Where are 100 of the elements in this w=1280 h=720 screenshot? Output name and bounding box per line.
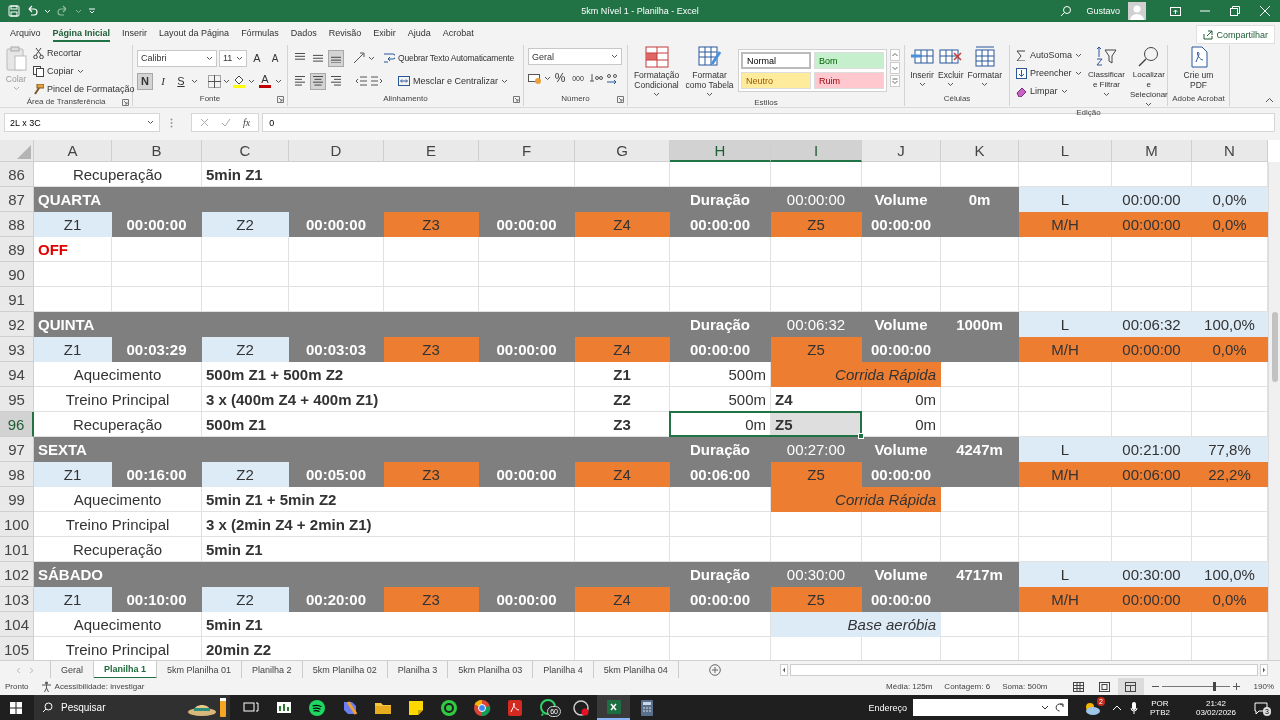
taskbar-app[interactable] — [597, 695, 630, 720]
row-header[interactable]: 95 — [0, 387, 34, 412]
chevron-up-icon[interactable] — [1111, 704, 1122, 711]
column-header[interactable]: A — [34, 140, 112, 162]
menu-tab[interactable]: Exibir — [367, 22, 402, 44]
menu-tab[interactable]: Acrobat — [436, 22, 480, 44]
view-button[interactable] — [1117, 678, 1144, 695]
conditional-formatting-button[interactable]: Formatação Condicional — [632, 45, 682, 98]
zoom-slider-thumb[interactable] — [1212, 682, 1216, 691]
dialog-launcher-icon[interactable] — [122, 99, 129, 106]
cell-style-option[interactable]: Normal — [741, 52, 811, 69]
menu-tab[interactable]: Página Inicial — [46, 22, 117, 44]
row-header[interactable]: 93 — [0, 337, 34, 362]
column-header[interactable]: D — [289, 140, 384, 162]
row-header[interactable]: 104 — [0, 612, 34, 637]
microphone-icon[interactable] — [1129, 701, 1138, 714]
menu-tab[interactable]: Arquivo — [4, 22, 47, 44]
clear-button[interactable]: Limpar — [1014, 83, 1085, 99]
row-header[interactable]: 98 — [0, 462, 34, 487]
address-field[interactable] — [912, 699, 1068, 716]
column-header[interactable]: H — [670, 140, 771, 162]
chevron-down-icon[interactable] — [1074, 70, 1082, 76]
dialog-launcher-icon[interactable] — [617, 96, 624, 103]
merge-center-button[interactable]: Mesclar e Centralizar — [396, 73, 511, 89]
row-header[interactable]: 99 — [0, 487, 34, 512]
column-header[interactable]: K — [941, 140, 1019, 162]
undo-icon[interactable] — [26, 5, 38, 17]
vertical-scrollbar[interactable] — [1268, 162, 1280, 660]
column-header[interactable]: J — [862, 140, 941, 162]
grow-font-button[interactable]: A — [249, 49, 265, 67]
menu-tab[interactable]: Layout da Página — [153, 22, 236, 44]
column-header[interactable]: E — [384, 140, 479, 162]
chevron-down-icon[interactable] — [501, 78, 509, 84]
chevron-down-icon[interactable] — [248, 78, 255, 84]
increase-decimal-icon[interactable] — [589, 72, 603, 84]
search-icon[interactable] — [1060, 5, 1073, 17]
menu-tab[interactable]: Ajuda — [401, 22, 437, 44]
cut-button[interactable]: Recortar — [31, 45, 137, 61]
chevron-down-icon[interactable] — [223, 78, 230, 84]
column-header[interactable]: N — [1192, 140, 1268, 162]
chevron-down-icon[interactable] — [981, 82, 989, 87]
selection-outline[interactable] — [669, 411, 862, 437]
underline-button[interactable]: S — [173, 72, 189, 90]
menu-tab[interactable]: Dados — [284, 22, 323, 44]
maximize-icon[interactable] — [1230, 6, 1240, 16]
font-size-field[interactable]: 11 — [219, 49, 247, 67]
find-select-button[interactable]: Localizar e Selecionar — [1128, 45, 1169, 108]
save-icon[interactable] — [8, 5, 20, 17]
chevron-down-icon[interactable] — [918, 82, 926, 87]
chevron-down-icon[interactable] — [1075, 52, 1083, 58]
menu-tab[interactable]: Fórmulas — [235, 22, 285, 44]
chevron-down-icon[interactable] — [1060, 88, 1068, 94]
chevron-down-icon[interactable] — [191, 78, 198, 84]
align-button[interactable] — [328, 49, 344, 67]
chevron-down-icon[interactable] — [275, 78, 282, 84]
insert-function-button[interactable]: fx — [243, 117, 251, 128]
borders-icon[interactable] — [208, 74, 221, 88]
column-header[interactable]: I — [771, 140, 862, 162]
shrink-font-button[interactable]: A — [267, 49, 283, 67]
row-header[interactable]: 90 — [0, 262, 34, 287]
horizontal-scrollbar[interactable] — [790, 664, 1258, 676]
row-header[interactable]: 86 — [0, 162, 34, 187]
currency-icon[interactable] — [528, 72, 542, 84]
accessibility-status[interactable]: Acessibilidade: investigar — [54, 682, 145, 691]
orientation-icon[interactable] — [352, 51, 366, 65]
cell-style-option[interactable]: Ruim — [814, 72, 884, 89]
format-as-table-button[interactable]: Formatar como Tabela — [684, 45, 735, 98]
cell-style-option[interactable]: Bom — [814, 52, 884, 69]
align-button[interactable] — [310, 72, 326, 90]
chevron-down-icon[interactable] — [76, 68, 84, 74]
scroll-left-icon[interactable] — [780, 664, 788, 676]
clock[interactable]: 21:42 03/02/2026 — [1189, 697, 1242, 718]
column-header[interactable]: L — [1019, 140, 1112, 162]
row-header[interactable]: 101 — [0, 537, 34, 562]
number-format-field[interactable]: Geral — [528, 48, 622, 65]
format-button[interactable]: Formatar — [966, 45, 1003, 88]
cell-style-option[interactable]: Neutro — [741, 72, 811, 89]
share-button[interactable]: Compartilhar — [1196, 25, 1275, 44]
zoom-in-icon[interactable] — [1232, 683, 1240, 690]
font-color-button[interactable]: A — [257, 74, 273, 85]
scroll-right-icon[interactable] — [1260, 664, 1268, 676]
language-indicator[interactable]: POR PTB2 — [1143, 697, 1176, 718]
copy-button[interactable]: Copiar — [31, 63, 137, 79]
chevron-down-icon[interactable] — [1145, 102, 1153, 107]
chevron-down-icon[interactable] — [611, 54, 618, 59]
chevron-down-icon[interactable] — [706, 92, 714, 97]
chevron-down-icon[interactable] — [368, 55, 375, 61]
row-header[interactable]: 94 — [0, 362, 34, 387]
row-header[interactable]: 89 — [0, 237, 34, 262]
create-pdf-button[interactable]: Crie um PDF — [1173, 45, 1224, 91]
ribbon-display-icon[interactable] — [1169, 6, 1181, 16]
autosum-button[interactable]: AutoSoma — [1014, 47, 1085, 63]
chevron-down-icon[interactable] — [147, 120, 154, 125]
notifications-icon[interactable] — [1254, 701, 1268, 714]
fill-button[interactable]: Preencher — [1014, 65, 1085, 81]
format-painter-button[interactable]: Pincel de Formatação — [31, 81, 137, 97]
dialog-launcher-icon[interactable] — [513, 96, 520, 103]
name-box[interactable]: 2L x 3C — [4, 113, 160, 132]
row-header[interactable]: 87 — [0, 187, 34, 212]
column-header[interactable]: G — [575, 140, 670, 162]
